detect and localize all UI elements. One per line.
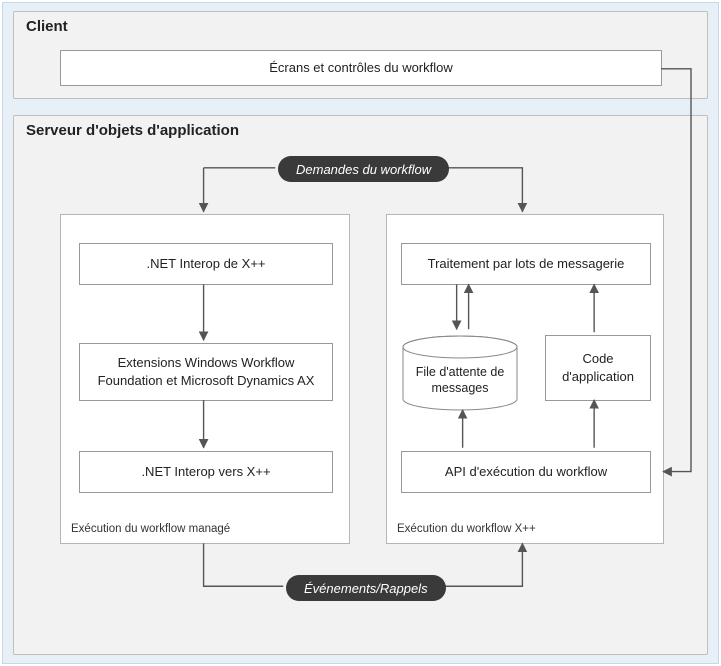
net-interop-to-xpp-text: .NET Interop vers X++ [141,463,270,481]
net-interop-to-xpp-node: .NET Interop vers X++ [79,451,333,493]
net-interop-from-xpp-node: .NET Interop de X++ [79,243,333,285]
client-panel: Client Écrans et contrôles du workflow [13,11,708,99]
app-code-node: Code d'application [545,335,651,401]
client-title: Client [26,18,68,35]
events-pill: Événements/Rappels [286,575,446,601]
net-interop-from-xpp-text: .NET Interop de X++ [147,255,266,273]
requests-pill: Demandes du workflow [278,156,449,182]
workflow-runtime-api-node: API d'exécution du workflow [401,451,651,493]
events-pill-text: Événements/Rappels [304,581,428,596]
diagram-canvas: Client Écrans et contrôles du workflow S… [2,2,719,664]
workflow-runtime-api-text: API d'exécution du workflow [445,463,607,481]
requests-pill-text: Demandes du workflow [296,162,431,177]
message-queue-node: File d'attente de messages [401,335,519,411]
xpp-group-label: Exécution du workflow X++ [397,523,536,535]
message-queue-text: File d'attente de messages [407,364,513,397]
batch-messaging-text: Traitement par lots de messagerie [428,255,625,273]
wwf-extensions-text: Extensions Windows Workflow Foundation e… [90,354,322,389]
managed-workflow-group: .NET Interop de X++ Extensions Windows W… [60,214,350,544]
app-code-text: Code d'application [556,350,640,385]
server-panel: Serveur d'objets d'application .NET Inte… [13,115,708,655]
wwf-extensions-node: Extensions Windows Workflow Foundation e… [79,343,333,401]
managed-group-label: Exécution du workflow managé [71,523,230,535]
client-screens-text: Écrans et contrôles du workflow [269,59,453,77]
batch-messaging-node: Traitement par lots de messagerie [401,243,651,285]
xpp-workflow-group: Traitement par lots de messagerie File d… [386,214,664,544]
client-screens-node: Écrans et contrôles du workflow [60,50,662,86]
server-title: Serveur d'objets d'application [26,122,239,139]
